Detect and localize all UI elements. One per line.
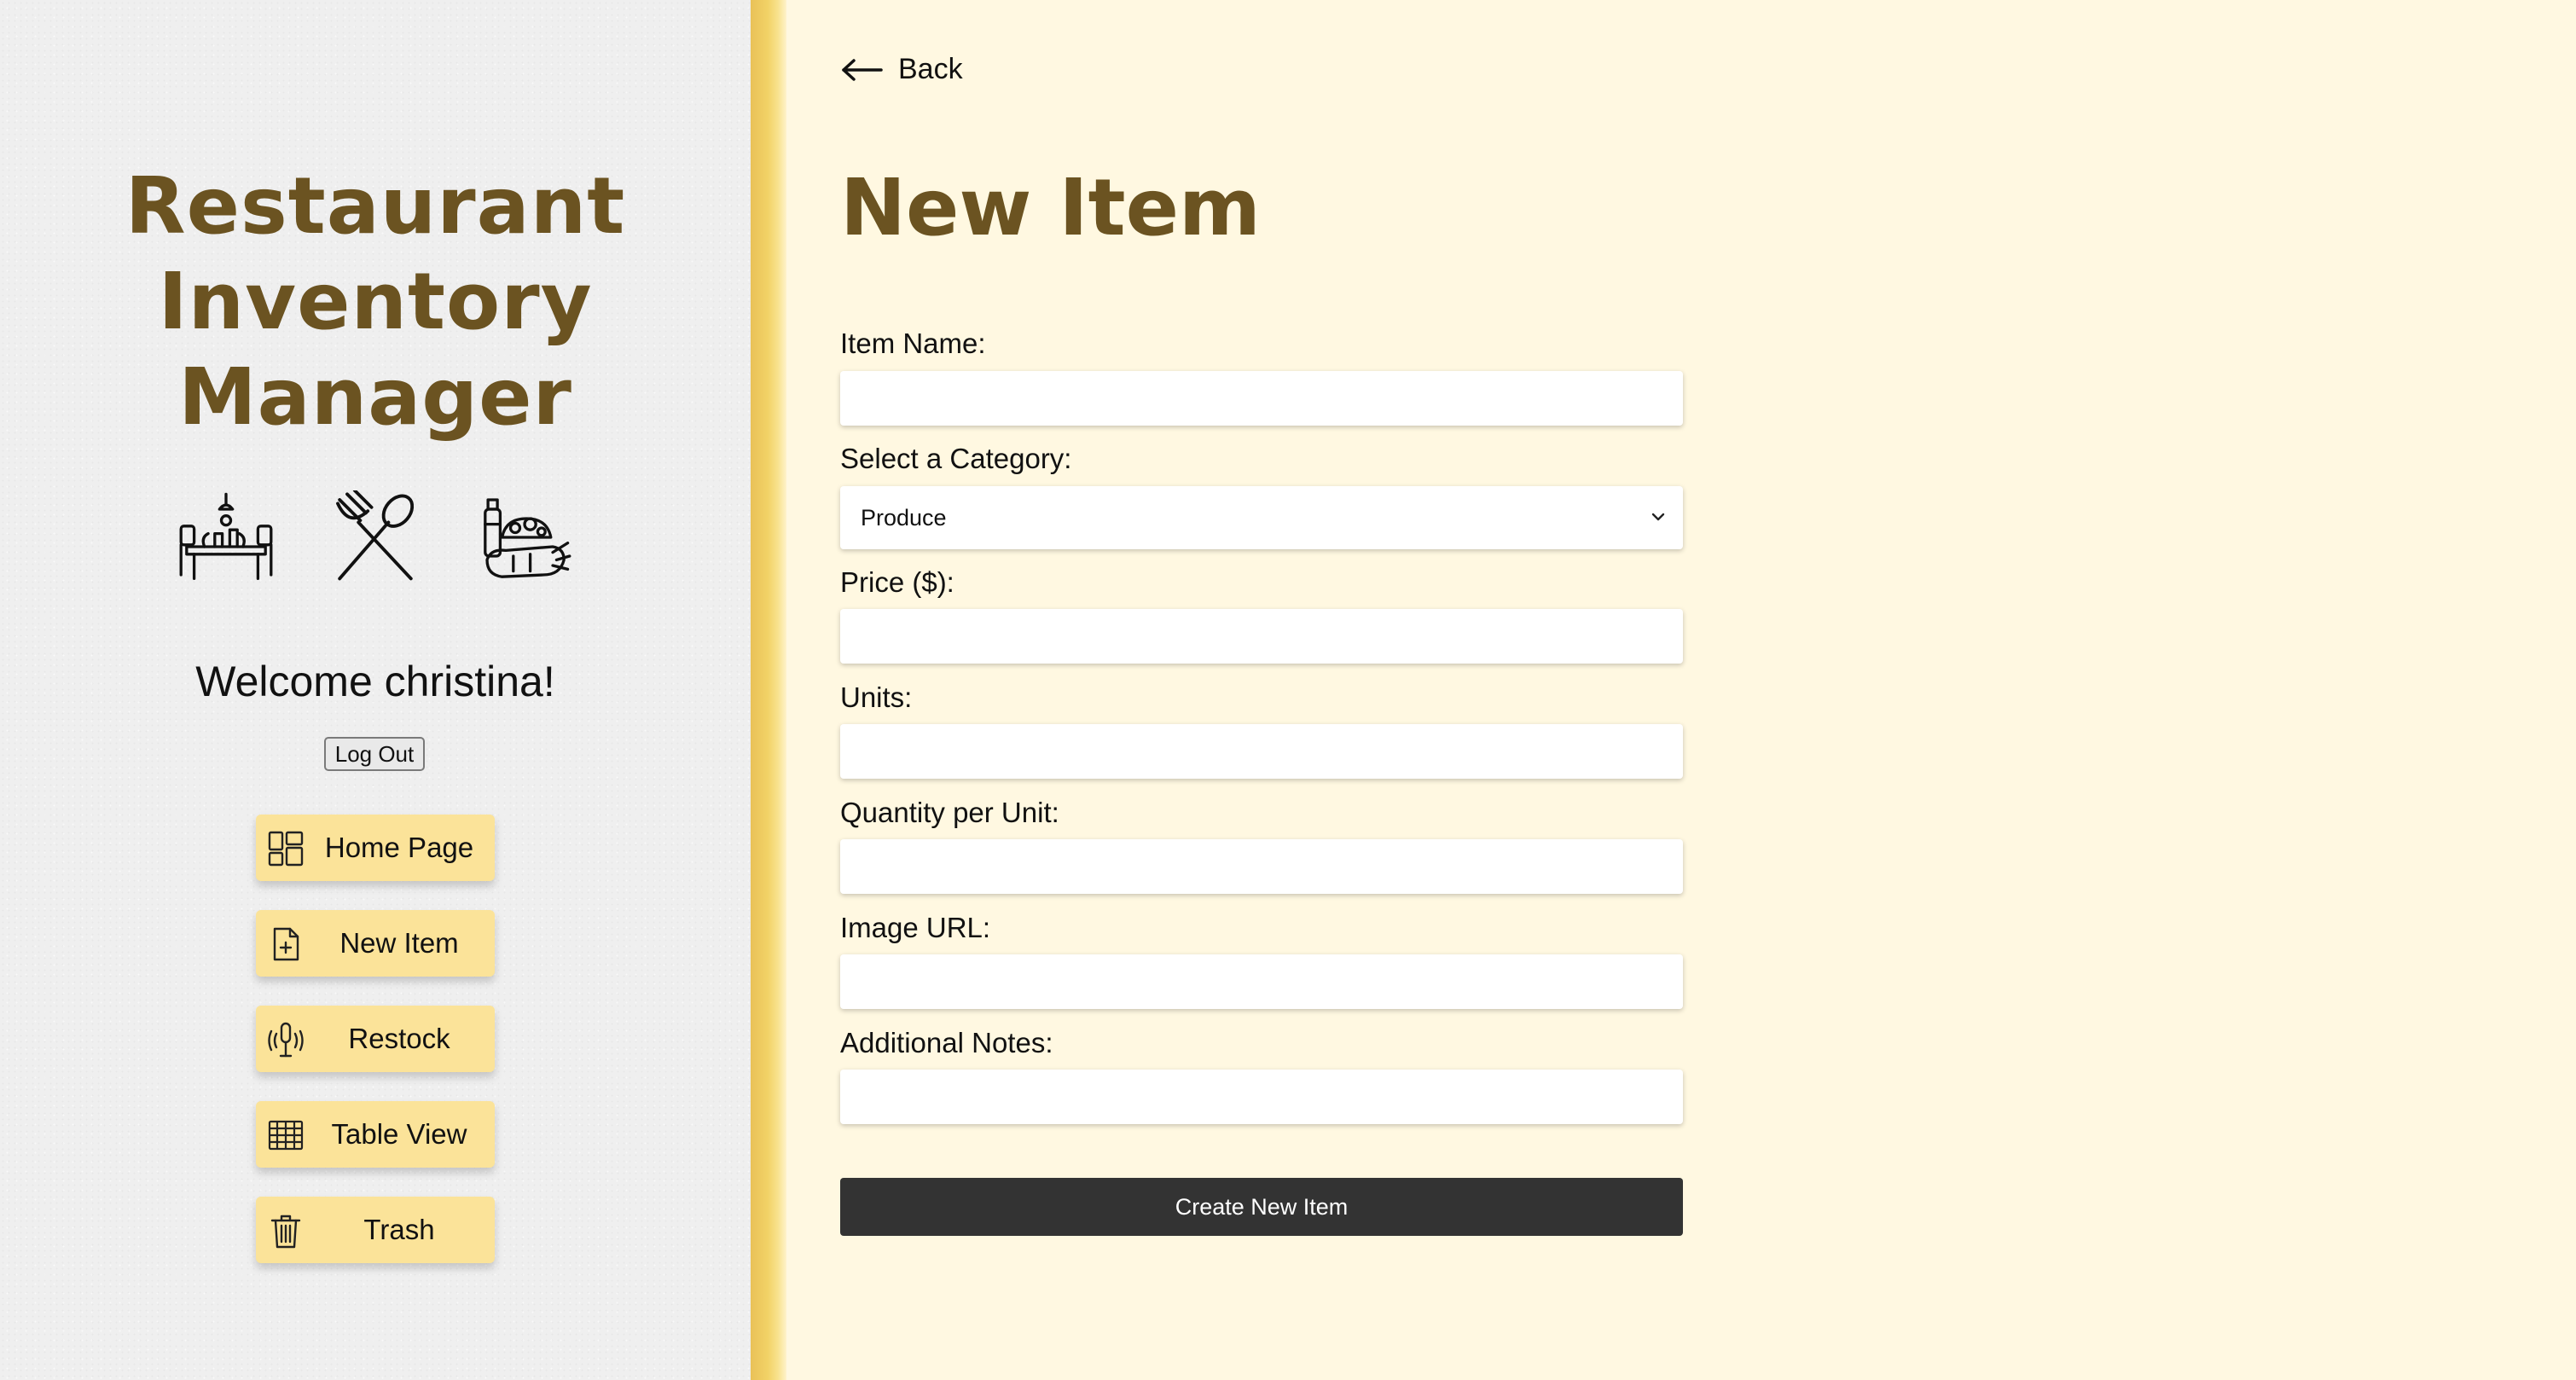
image-url-input[interactable] [840, 954, 1683, 1009]
welcome-message: Welcome christina! [195, 658, 555, 705]
nav-trash-button[interactable]: Trash [256, 1197, 495, 1263]
fork-spoon-icon [336, 490, 415, 581]
table-icon [268, 1120, 304, 1151]
nav-home-page-button[interactable]: Home Page [256, 815, 495, 881]
page-title: New Item [840, 162, 1261, 253]
app-title-line-1: Restaurant [125, 160, 626, 252]
price-input[interactable] [840, 609, 1683, 664]
create-new-item-button[interactable]: Create New Item [840, 1178, 1683, 1236]
additional-notes-label: Additional Notes: [840, 1027, 1053, 1058]
decorative-icons-row [179, 490, 571, 584]
sidebar-nav: Home Page New Item Restock Table View Tr… [256, 815, 495, 1292]
app-title: Restaurant Inventory Manager [0, 159, 751, 445]
quantity-per-unit-input[interactable] [840, 839, 1683, 894]
divider-stripe [751, 0, 786, 1380]
nav-new-item-button[interactable]: New Item [256, 910, 495, 977]
item-name-label: Item Name: [840, 328, 986, 359]
restock-icon [268, 1022, 304, 1058]
chevron-down-icon [1651, 513, 1665, 521]
dining-table-icon [179, 492, 273, 581]
category-select[interactable]: Produce [840, 486, 1683, 549]
grocery-bag-icon [484, 498, 571, 578]
category-selected-value: Produce [861, 504, 947, 531]
arrow-left-icon [842, 58, 883, 81]
units-input[interactable] [840, 724, 1683, 779]
app-title-line-2: Inventory [158, 256, 593, 347]
item-name-input[interactable] [840, 371, 1683, 426]
back-link[interactable]: Back [840, 53, 963, 86]
new-file-icon [273, 927, 299, 961]
image-url-label: Image URL: [840, 912, 991, 943]
nav-table-view-button[interactable]: Table View [256, 1101, 495, 1168]
trash-icon [270, 1215, 301, 1249]
price-label: Price ($): [840, 566, 954, 598]
logout-button[interactable]: Log Out [324, 737, 425, 771]
quantity-per-unit-label: Quantity per Unit: [840, 797, 1059, 828]
nav-restock-button[interactable]: Restock [256, 1006, 495, 1072]
category-label: Select a Category: [840, 443, 1072, 474]
dashboard-icon [268, 831, 304, 867]
app-title-line-3: Manager [178, 351, 572, 443]
units-label: Units: [840, 681, 913, 713]
additional-notes-input[interactable] [840, 1070, 1683, 1124]
back-label: Back [898, 53, 963, 85]
sidebar: Restaurant Inventory Manager Welcome chr… [0, 0, 751, 1380]
